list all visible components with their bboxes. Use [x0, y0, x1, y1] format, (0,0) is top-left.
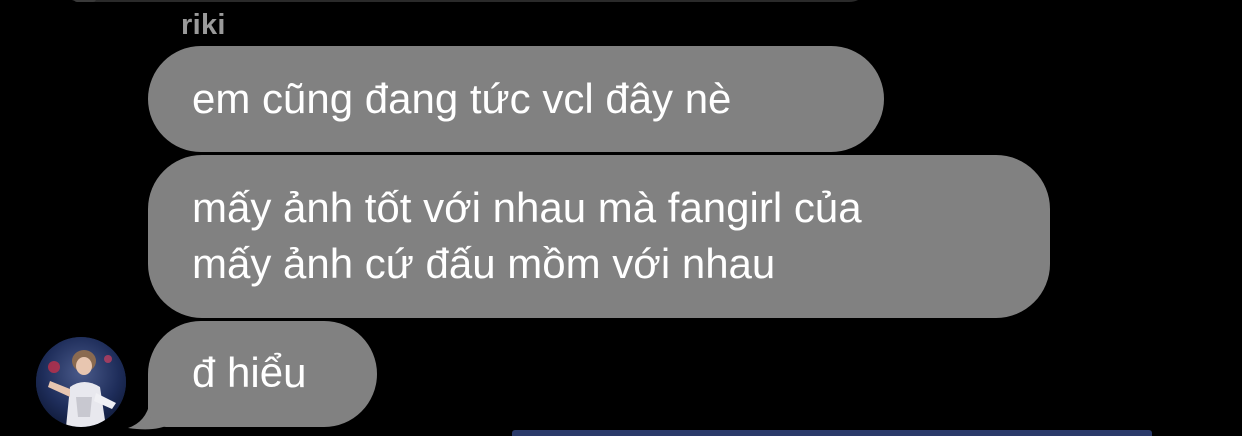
message-text: đ hiểu: [192, 349, 307, 396]
message-text: em cũng đang tức vcl đây nè: [192, 75, 732, 122]
avatar[interactable]: [36, 337, 126, 427]
message-bubble[interactable]: em cũng đang tức vcl đây nè: [148, 46, 884, 152]
previous-message-fragment: [74, 0, 96, 2]
message-text: mấy ảnh cứ đấu mồm với nhau: [192, 240, 776, 287]
profile-photo-icon: [36, 337, 126, 427]
message-text: mấy ảnh tốt với nhau mà fangirl của: [192, 184, 862, 231]
next-message-edge: [512, 430, 1152, 436]
previous-message-bubble-edge: [60, 0, 870, 2]
message-bubble[interactable]: mấy ảnh tốt với nhau mà fangirl của mấy …: [148, 155, 1050, 318]
message-bubble[interactable]: đ hiểu: [148, 321, 377, 427]
sender-name: riki: [181, 9, 226, 41]
